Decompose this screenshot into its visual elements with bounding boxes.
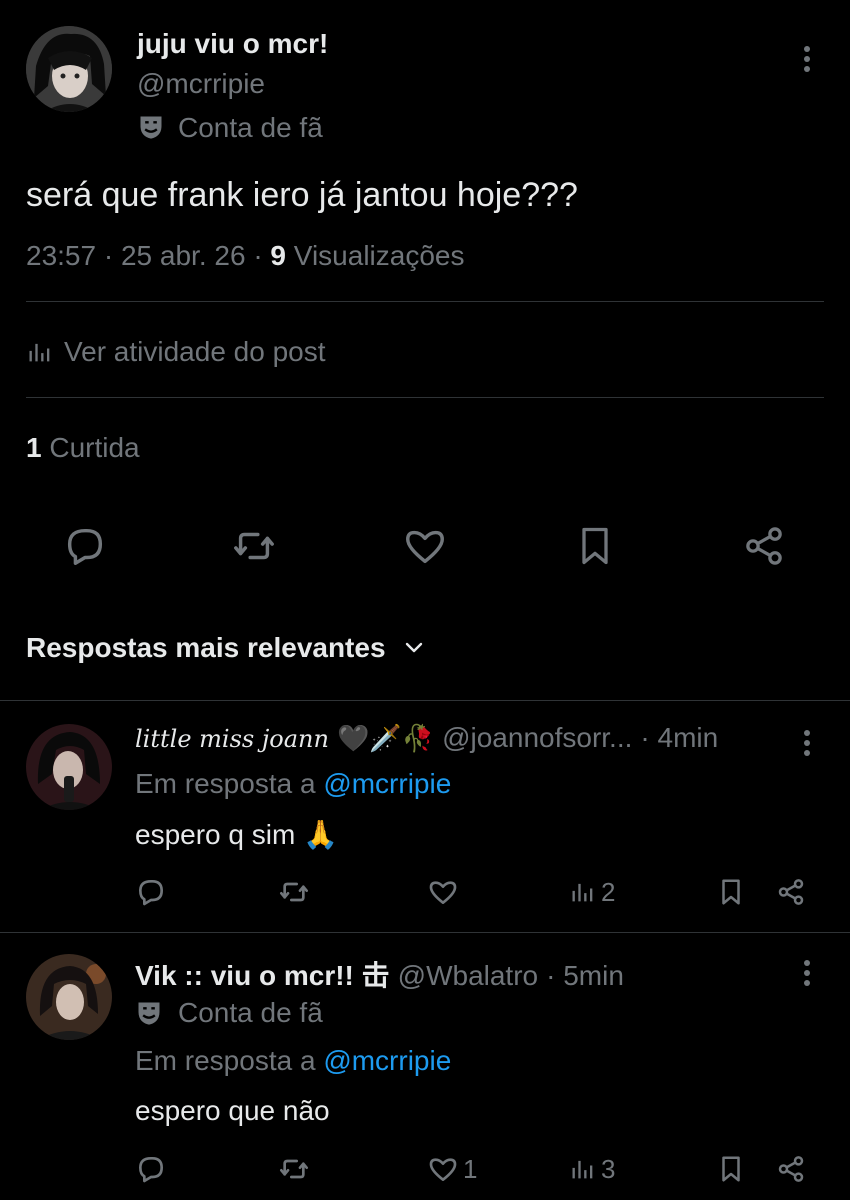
bookmark-icon — [582, 527, 608, 565]
bookmark-icon — [722, 879, 740, 905]
chevron-down-icon — [402, 636, 426, 660]
reply-header: little miss joann 🖤🗡️🥀 @joannofsorr... ·… — [135, 722, 775, 754]
reply-text: espero que não — [135, 1095, 330, 1126]
repost-button[interactable] — [277, 876, 311, 908]
reply-time[interactable]: · 4min — [640, 722, 718, 754]
reply-icon — [139, 880, 163, 906]
reply-author-name[interactable]: Vik :: viu o mcr!! 击 — [135, 954, 390, 994]
like-button[interactable] — [427, 876, 463, 908]
in-reply-to: Em resposta a @mcrripie — [135, 768, 451, 800]
like-button[interactable] — [402, 523, 448, 569]
bookmark-button[interactable] — [573, 523, 617, 569]
post-date[interactable]: 25 abr. 26 — [121, 240, 246, 271]
in-reply-handle-link[interactable]: @mcrripie — [323, 1045, 451, 1076]
in-reply-handle-link[interactable]: @mcrripie — [323, 768, 451, 799]
post-meta: 23:57 · 25 abr. 26 · 9 Visualizações — [26, 240, 465, 271]
post-activity-label: Ver atividade do post — [64, 336, 326, 367]
fan-account-badge: Conta de fã — [178, 997, 323, 1028]
author-handle[interactable]: @mcrripie — [137, 68, 265, 100]
divider — [0, 932, 850, 933]
likes-label: Curtida — [49, 432, 140, 463]
chart-icon — [572, 1160, 593, 1179]
like-icon — [429, 881, 457, 904]
views-count: 2 — [601, 876, 616, 907]
reply-author-name[interactable]: little miss joann — [135, 725, 329, 753]
reply-time[interactable]: · 5min — [546, 960, 624, 992]
divider — [0, 700, 850, 701]
likes-count: 1 — [26, 432, 42, 463]
divider — [26, 397, 824, 398]
post-text: será que frank iero já jantou hoje??? — [26, 176, 578, 214]
bookmark-icon — [722, 1156, 740, 1182]
reply-button[interactable] — [135, 1153, 167, 1185]
views-count: 3 — [601, 1153, 616, 1184]
avatar[interactable] — [26, 954, 112, 1040]
likes-summary[interactable]: 1 Curtida — [26, 432, 140, 464]
author-name[interactable]: juju viu o mcr! — [137, 28, 328, 60]
reply-icon — [67, 528, 103, 565]
in-reply-to: Em resposta a @mcrripie — [135, 1045, 451, 1077]
repost-button[interactable] — [230, 523, 278, 569]
views-button[interactable]: 3 — [569, 1153, 615, 1185]
reply-icon — [139, 1157, 163, 1183]
reply-button[interactable] — [135, 876, 167, 908]
reply-button[interactable] — [62, 523, 108, 569]
like-icon — [429, 1158, 457, 1181]
bookmark-button[interactable] — [716, 876, 746, 908]
mask-icon — [135, 999, 163, 1027]
like-button[interactable]: 1 — [427, 1153, 477, 1185]
views-count: 9 — [270, 240, 286, 271]
share-icon — [746, 527, 782, 565]
in-reply-prefix: Em resposta a — [135, 768, 316, 799]
repost-button[interactable] — [277, 1153, 311, 1185]
reply-header: Vik :: viu o mcr!! 击 @Wbalatro · 5min — [135, 954, 624, 994]
more-icon[interactable] — [797, 728, 817, 758]
sort-replies-dropdown[interactable]: Respostas mais relevantes — [26, 632, 426, 664]
reply-text: espero q sim 🙏 — [135, 819, 338, 850]
reply-author-handle[interactable]: @Wbalatro — [398, 960, 538, 992]
chart-icon — [572, 883, 593, 902]
post-activity-link[interactable]: Ver atividade do post — [26, 336, 326, 368]
share-button[interactable] — [776, 876, 806, 908]
more-icon[interactable] — [797, 958, 817, 988]
more-icon[interactable] — [797, 44, 817, 74]
chart-icon — [26, 338, 54, 366]
reply-author-emojis: 🖤🗡️🥀 — [336, 723, 435, 753]
share-icon — [778, 1156, 804, 1182]
share-button[interactable] — [742, 523, 786, 569]
views-button[interactable]: 2 — [569, 876, 615, 908]
views-label: Visualizações — [293, 240, 465, 271]
divider — [26, 301, 824, 302]
bookmark-button[interactable] — [716, 1153, 746, 1185]
avatar[interactable] — [26, 26, 112, 112]
share-button[interactable] — [776, 1153, 806, 1185]
avatar[interactable] — [26, 724, 112, 810]
post-time[interactable]: 23:57 — [26, 240, 96, 271]
sort-label: Respostas mais relevantes — [26, 632, 386, 663]
retweet-icon — [280, 882, 308, 902]
like-count: 1 — [463, 1153, 478, 1184]
retweet-icon — [234, 532, 274, 560]
mask-icon — [137, 113, 165, 141]
retweet-icon — [280, 1159, 308, 1179]
share-icon — [778, 879, 804, 905]
in-reply-prefix: Em resposta a — [135, 1045, 316, 1076]
fan-account-badge: Conta de fã — [178, 112, 323, 143]
like-icon — [406, 530, 444, 564]
reply-author-handle[interactable]: @joannofsorr... — [442, 722, 632, 754]
